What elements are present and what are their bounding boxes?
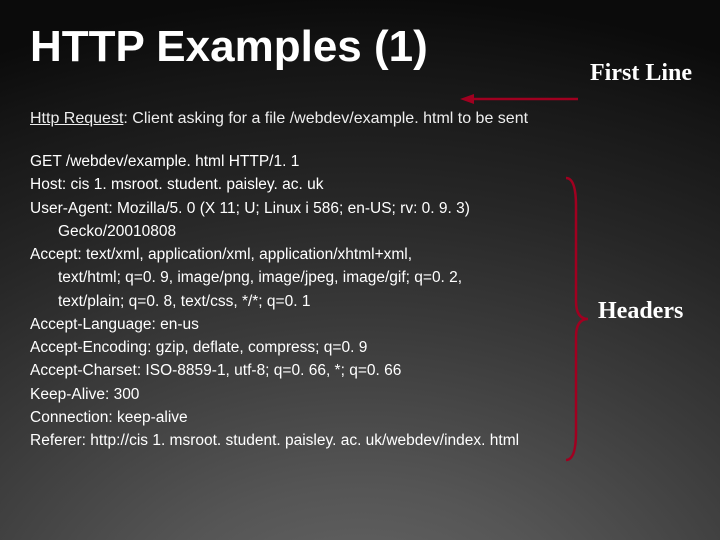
header-accept-language: Accept-Language: en-us	[30, 313, 555, 336]
first-line-label: First Line	[590, 60, 692, 87]
headers-label: Headers	[598, 298, 683, 325]
header-user-agent: User-Agent: Mozilla/5. 0 (X 11; U; Linux…	[30, 197, 555, 220]
header-host: Host: cis 1. msroot. student. paisley. a…	[30, 173, 555, 196]
header-accept-charset: Accept-Charset: ISO-8859-1, utf-8; q=0. …	[30, 359, 555, 382]
subtitle: Http Request: Client asking for a file /…	[30, 110, 528, 128]
slide: HTTP Examples (1) First Line Http Reques…	[0, 0, 720, 540]
subtitle-text: : Client asking for a file /webdev/examp…	[123, 110, 528, 127]
header-user-agent-cont: Gecko/20010808	[30, 220, 555, 243]
slide-title: HTTP Examples (1)	[30, 22, 428, 72]
header-connection: Connection: keep-alive	[30, 406, 555, 429]
arrow-icon	[460, 92, 580, 106]
header-accept-cont1: text/html; q=0. 9, image/png, image/jpeg…	[30, 266, 555, 289]
http-request-body: GET /webdev/example. html HTTP/1. 1 Host…	[30, 150, 555, 452]
header-accept: Accept: text/xml, application/xml, appli…	[30, 243, 555, 266]
request-line: GET /webdev/example. html HTTP/1. 1	[30, 150, 555, 173]
header-accept-encoding: Accept-Encoding: gzip, deflate, compress…	[30, 336, 555, 359]
header-referer: Referer: http://cis 1. msroot. student. …	[30, 429, 555, 452]
brace-icon	[560, 176, 590, 462]
header-keep-alive: Keep-Alive: 300	[30, 383, 555, 406]
header-accept-cont2: text/plain; q=0. 8, text/css, */*; q=0. …	[30, 290, 555, 313]
subtitle-label: Http Request	[30, 110, 123, 127]
